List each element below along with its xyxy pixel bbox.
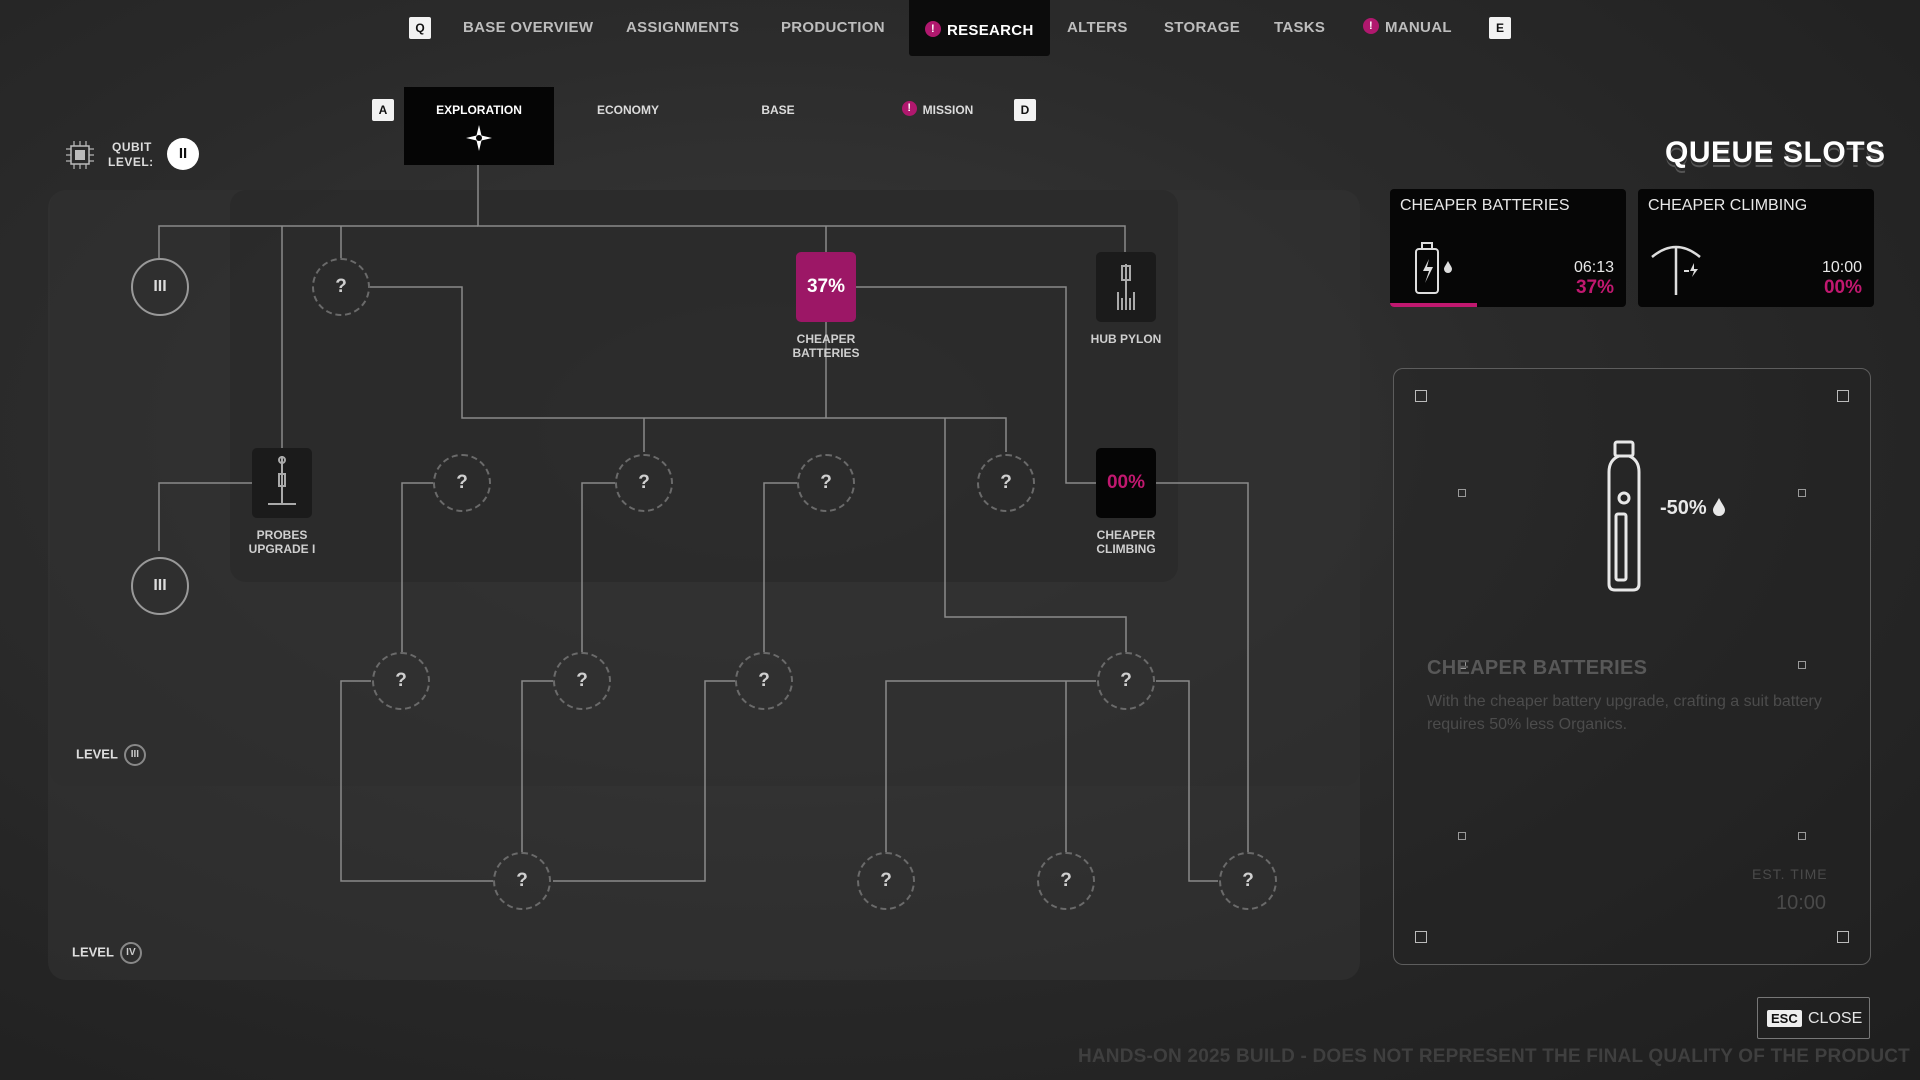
research-node-probes-upgrade[interactable] [252,448,312,518]
corner-marker [1837,931,1849,943]
probe-icon [268,456,296,505]
queue-slot-2[interactable]: CHEAPER CLIMBING 10:00 00% [1638,189,1874,307]
frame-marker [1458,832,1466,840]
tier-badge: III [131,557,189,615]
node-label-cheaper-batteries: CHEAPER BATTERIES [771,332,881,360]
battery-icon [1415,242,1452,294]
frame-marker [1798,489,1806,497]
level-label-text: LEVEL [76,746,118,762]
level-numeral: IV [119,942,142,964]
tier-badge: III [131,258,189,316]
battery-item-icon [1607,440,1641,592]
effect-value: -50% [1660,497,1707,519]
detail-description: With the cheaper battery upgrade, crafti… [1427,693,1822,733]
unknown-research-node[interactable]: ? [977,454,1035,512]
frame-marker [1798,832,1806,840]
node-label-line: CHEAPER [1096,528,1156,542]
pickaxe-icon [1651,245,1701,295]
unknown-research-node[interactable]: ? [493,852,551,910]
unknown-research-node[interactable]: ? [797,454,855,512]
node-label-probes-upgrade: PROBES UPGRADE I [227,528,337,556]
queue-slot-progress: 37% [1575,277,1614,298]
node-label-line: CHEAPER [796,332,856,346]
close-button[interactable]: ESC CLOSE [1757,997,1870,1039]
frame-marker [1458,489,1466,497]
queue-slot-time: 06:13 [1573,259,1614,276]
queue-slots-title: QUEUE SLOTS [1665,136,1886,169]
research-node-cheaper-batteries[interactable]: 37% [796,252,856,322]
close-label: CLOSE [1808,1010,1863,1027]
queue-slot-time: 10:00 [1821,259,1862,276]
queue-slot-name: CHEAPER CLIMBING [1648,197,1808,214]
unknown-research-node[interactable]: ? [1097,652,1155,710]
corner-marker [1837,390,1849,402]
build-disclaimer: HANDS-ON 2025 BUILD - DOES NOT REPRESENT… [1077,1046,1910,1067]
queue-slot-progress-bar [1390,303,1478,307]
est-time-label: EST. TIME [1752,866,1828,882]
organics-drop-icon [1713,498,1726,516]
unknown-research-node[interactable]: ? [615,454,673,512]
queue-slot-progress: 00% [1823,277,1862,298]
unknown-research-node[interactable]: ? [857,852,915,910]
unknown-research-node[interactable]: ? [735,652,793,710]
unknown-research-node[interactable]: ? [372,652,430,710]
corner-marker [1415,931,1427,943]
level-numeral: III [123,744,146,766]
queue-slot-1[interactable]: CHEAPER BATTERIES 06:13 37% [1390,189,1626,307]
frame-marker [1798,661,1806,669]
unknown-research-node[interactable]: ? [433,454,491,512]
corner-marker [1415,390,1427,402]
level-label-text: LEVEL [72,944,114,960]
node-label-line: PROBES [256,528,308,542]
level-label-iii: LEVEL III [76,744,146,766]
node-label-line: UPGRADE I [248,542,316,556]
unknown-research-node[interactable]: ? [1219,852,1277,910]
queue-slot-name: CHEAPER BATTERIES [1400,197,1570,214]
level-label-iv: LEVEL IV [72,942,142,964]
esc-key: ESC [1767,1010,1802,1027]
detail-title: CHEAPER BATTERIES [1427,657,1648,679]
node-label-cheaper-climbing: CHEAPER CLIMBING [1071,528,1181,556]
research-node-hub-pylon[interactable] [1096,252,1156,322]
est-time-value: 10:00 [1776,892,1827,914]
pylon-icon [1117,264,1135,310]
unknown-research-node[interactable]: ? [553,652,611,710]
battery-effect-text: -50% [1660,497,1726,520]
unknown-research-node[interactable]: ? [312,258,370,316]
unknown-research-node[interactable]: ? [1037,852,1095,910]
node-label-hub-pylon: HUB PYLON [1090,332,1162,346]
research-node-cheaper-climbing[interactable]: 00% [1096,448,1156,518]
node-label-line: CLIMBING [1096,542,1156,556]
node-label-line: BATTERIES [792,346,860,360]
